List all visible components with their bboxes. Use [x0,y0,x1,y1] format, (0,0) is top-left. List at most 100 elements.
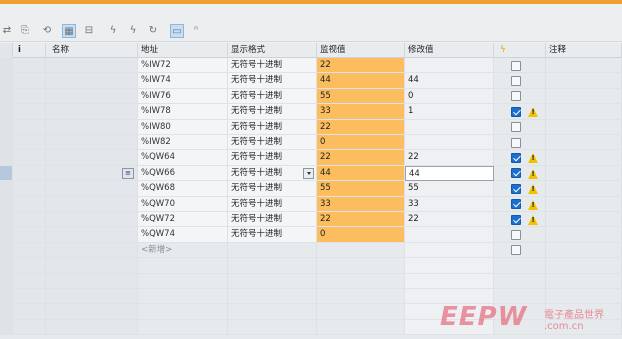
modify-value-cell[interactable]: 0 [405,88,494,105]
comment-cell[interactable] [546,119,622,135]
address-cell[interactable]: %IW76 [138,88,228,105]
modify-checkbox[interactable] [511,183,521,194]
display-format-cell[interactable]: 无符号十进制 [228,181,317,197]
header-display-format[interactable]: 显示格式 [228,43,317,58]
address-cell[interactable]: %QW64 [138,150,228,166]
display-format-cell[interactable]: 无符号十进制 [228,196,317,212]
row-number[interactable] [0,150,13,166]
modify-checkbox[interactable] [511,60,521,71]
row-number[interactable] [0,88,13,105]
comment-cell[interactable] [546,196,622,212]
comment-cell[interactable] [546,258,622,274]
name-cell[interactable] [46,304,138,320]
name-cell[interactable] [46,150,138,166]
table-row[interactable]: %QW70 无符号十进制 33 33 [0,196,622,212]
row-number[interactable] [0,165,13,182]
comment-cell[interactable] [546,58,622,74]
comment-cell[interactable] [546,104,622,120]
table-row[interactable]: %IW72 无符号十进制 22 [0,58,622,74]
modify-checkbox[interactable] [511,152,521,163]
table-row[interactable]: %QW74 无符号十进制 0 [0,227,622,243]
row-number[interactable] [0,119,13,135]
display-format-cell[interactable]: 无符号十进制 [228,104,317,120]
name-cell[interactable] [46,88,138,105]
address-cell[interactable]: %IW72 [138,58,228,74]
display-format-cell[interactable]: 无符号十进制 [228,150,317,166]
modify-checkbox[interactable] [511,199,521,210]
lightning-icon[interactable]: ϟ [494,43,546,58]
address-cell[interactable]: %IW82 [138,135,228,151]
name-cell[interactable] [46,289,138,305]
comment-cell[interactable] [546,165,622,182]
display-format-cell[interactable]: 无符号十进制 [228,73,317,89]
row-number[interactable] [0,304,13,320]
display-format-cell[interactable]: 无符号十进制 [228,135,317,151]
address-cell[interactable]: %QW74 [138,227,228,243]
comment-cell[interactable] [546,242,622,259]
display-format-cell[interactable]: 无符号十进制 [228,212,317,228]
modify-checkbox[interactable] [511,245,521,256]
update-icon[interactable]: ⇄ [0,24,14,38]
table-row[interactable]: %IW74 无符号十进制 44 44 [0,73,622,89]
display-format-dropdown-button[interactable] [303,167,314,179]
table-row[interactable] [0,258,622,274]
row-number[interactable] [0,73,13,89]
name-cell[interactable] [46,273,138,289]
modify-value-cell[interactable] [405,227,494,243]
row-number[interactable] [0,227,13,243]
name-cell[interactable] [46,73,138,89]
monitor-once-icon[interactable]: ⟲ [40,24,54,38]
comment-cell[interactable] [546,181,622,197]
force-icon[interactable]: ↻ [146,24,160,38]
name-cell[interactable] [46,196,138,212]
display-format-cell[interactable]: 无符号十进制 [228,227,317,243]
table-row[interactable]: %QW72 无符号十进制 22 22 [0,212,622,228]
modify-now-icon[interactable]: ϟ [106,24,120,38]
header-monitor-value[interactable]: 监视值 [317,43,405,58]
modify-checkbox[interactable] [511,229,521,240]
advanced-settings-icon[interactable]: ⁿ [189,24,203,38]
comment-cell[interactable] [546,212,622,228]
modify-value-cell[interactable]: 1 [405,104,494,120]
name-cell[interactable] [46,212,138,228]
name-cell[interactable] [46,258,138,274]
force-icon[interactable]: ϟ [126,24,140,38]
row-number[interactable] [0,273,13,289]
monitor-all-icon[interactable]: ▦ [62,24,76,38]
name-cell[interactable] [46,242,138,259]
table-row[interactable]: %QW66无符号十进制4444≡ [0,165,622,182]
display-format-cell[interactable]: 无符号十进制 [228,119,317,135]
address-cell[interactable]: %QW72 [138,212,228,228]
copy-icon[interactable]: ⎘ [18,24,32,38]
modify-value-cell[interactable] [405,58,494,74]
row-number[interactable] [0,258,13,274]
table-row[interactable]: %QW64 无符号十进制 22 22 [0,150,622,166]
name-cell[interactable] [46,58,138,74]
name-cell[interactable] [46,135,138,151]
table-row[interactable]: %QW68 无符号十进制 55 55 [0,181,622,197]
row-number[interactable] [0,319,13,336]
modify-value-cell[interactable]: 22 [405,212,494,228]
row-number[interactable] [0,212,13,228]
modify-value-cell[interactable]: 22 [405,150,494,166]
modify-value-cell[interactable]: 33 [405,196,494,212]
row-number[interactable] [0,289,13,305]
header-name[interactable]: 名称 [46,43,138,58]
header-address[interactable]: 地址 [138,43,228,58]
table-row[interactable]: <新增> [0,242,622,259]
comment-cell[interactable] [546,273,622,289]
comment-cell[interactable] [546,150,622,166]
display-format-cell[interactable]: 无符号十进制 [228,88,317,105]
operand-select-button[interactable]: ≡ [122,167,134,179]
modify-checkbox[interactable] [511,122,521,133]
modify-checkbox[interactable] [511,91,521,102]
modify-value-cell[interactable] [405,119,494,135]
table-row[interactable]: %IW82 无符号十进制 0 [0,135,622,151]
address-cell[interactable]: %QW68 [138,181,228,197]
table-row[interactable]: %IW78 无符号十进制 33 1 [0,104,622,120]
modify-icon[interactable]: ⊟ [82,24,96,38]
address-cell[interactable]: %QW66 [138,165,228,182]
comment-cell[interactable] [546,135,622,151]
table-row[interactable] [0,273,622,289]
name-cell[interactable] [46,227,138,243]
